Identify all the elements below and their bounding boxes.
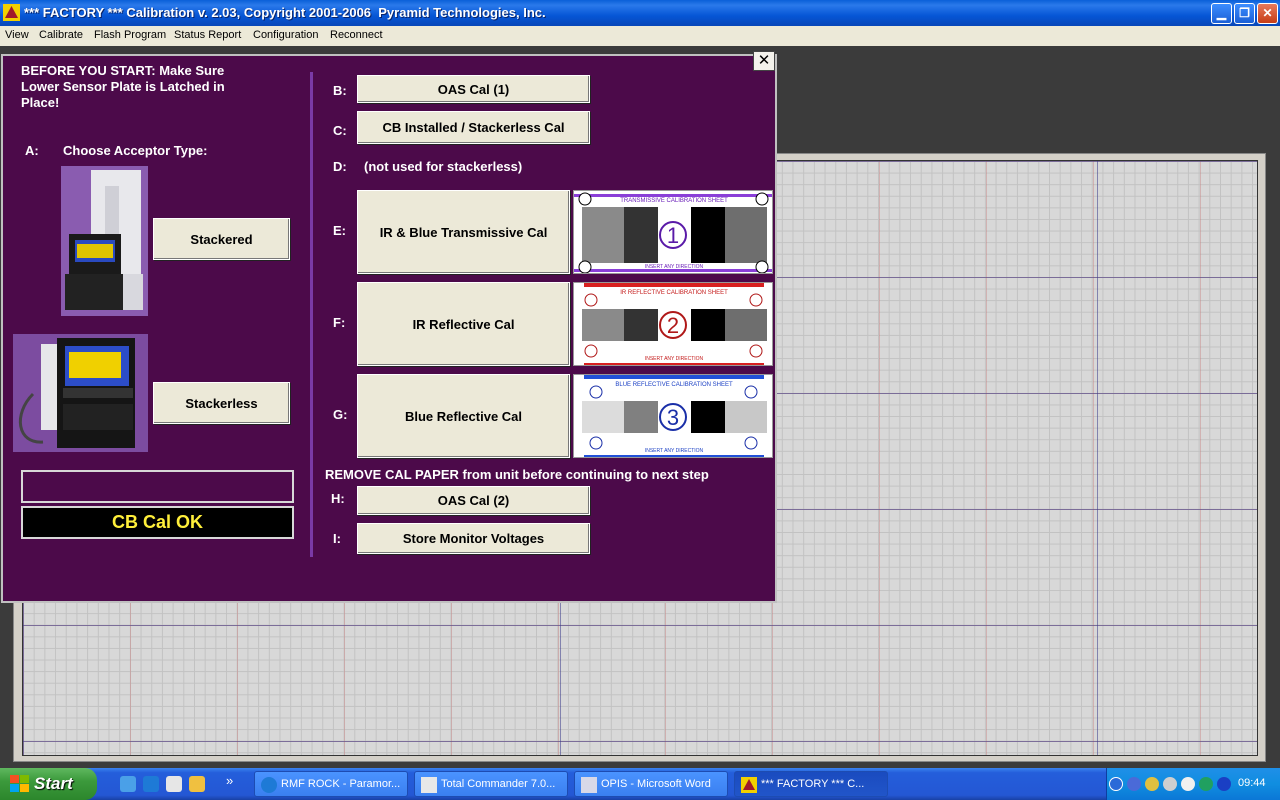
step-d-letter: D:: [333, 159, 347, 174]
quicklaunch-overflow-icon[interactable]: »: [226, 773, 233, 788]
step-c-letter: C:: [333, 123, 347, 138]
ir-reflective-cal-sheet-image: IR REFLECTIVE CALIBRATION SHEET 2 INSERT…: [573, 282, 773, 366]
transmissive-cal-sheet-image: TRANSMISSIVE CALIBRATION SHEET 1 INSERT …: [573, 190, 773, 274]
ir-reflective-sheet-number: 2: [667, 313, 679, 338]
section-divider: [310, 72, 313, 557]
step-a-letter: A:: [25, 143, 39, 158]
phone-icon[interactable]: [1181, 777, 1195, 791]
clock: 09:44: [1238, 777, 1266, 789]
stackerless-button[interactable]: Stackerless: [153, 382, 290, 424]
oas-cal-2-button[interactable]: OAS Cal (2): [357, 486, 590, 515]
menu-flash-program[interactable]: Flash Program: [94, 29, 166, 41]
cb-installed-stackerless-cal-button[interactable]: CB Installed / Stackerless Cal: [357, 111, 590, 144]
task-opis-word-label: OPIS - Microsoft Word: [601, 778, 711, 790]
ir-reflective-sheet-footer: INSERT ANY DIRECTION: [645, 356, 704, 362]
start-button[interactable]: Start: [0, 768, 97, 800]
calibration-dialog: ✕ BEFORE YOU START: Make Sure Lower Sens…: [1, 51, 777, 603]
task-rmf-rock-label: RMF ROCK - Paramor...: [281, 778, 401, 790]
show-desktop-icon[interactable]: [120, 776, 136, 792]
step-i-letter: I:: [333, 531, 341, 546]
stackered-button[interactable]: Stackered: [153, 218, 290, 260]
stackered-acceptor-image: [61, 166, 148, 316]
bluetooth-icon[interactable]: [1217, 777, 1231, 791]
title-bar: *** FACTORY *** Calibration v. 2.03, Cop…: [0, 0, 1280, 26]
network-icon[interactable]: [1127, 777, 1141, 791]
window-title: *** FACTORY *** Calibration v. 2.03, Cop…: [24, 5, 546, 20]
before-start-line-1: BEFORE YOU START: Make Sure: [21, 63, 225, 78]
maximize-button[interactable]: ❐: [1234, 3, 1255, 24]
step-d-note: (not used for stackerless): [364, 159, 523, 174]
stackerless-acceptor-image: [13, 334, 148, 452]
pyramid-task-icon: [741, 777, 757, 793]
status-message-box: [21, 470, 294, 503]
menu-reconnect[interactable]: Reconnect: [330, 29, 383, 41]
transmissive-sheet-footer: INSERT ANY DIRECTION: [645, 264, 704, 270]
step-b-letter: B:: [333, 83, 347, 98]
task-rmf-rock[interactable]: RMF ROCK - Paramor...: [254, 771, 408, 797]
ir-blue-transmissive-cal-button[interactable]: IR & Blue Transmissive Cal: [357, 190, 570, 274]
cb-cal-status-display: CB Cal OK: [21, 506, 294, 539]
blue-reflective-cal-sheet-image: BLUE REFLECTIVE CALIBRATION SHEET 3 INSE…: [573, 374, 773, 458]
task-total-commander[interactable]: Total Commander 7.0...: [414, 771, 568, 797]
messenger-tray-icon[interactable]: [1145, 777, 1159, 791]
system-tray: 09:44: [1106, 768, 1280, 800]
before-start-line-3: Place!: [21, 95, 60, 110]
task-opis-word[interactable]: OPIS - Microsoft Word: [574, 771, 728, 797]
menu-status-report[interactable]: Status Report: [174, 29, 241, 41]
step-a-label: Choose Acceptor Type:: [63, 143, 208, 158]
ir-reflective-cal-button[interactable]: IR Reflective Cal: [357, 282, 570, 366]
step-h-letter: H:: [331, 491, 345, 506]
transmissive-sheet-number: 1: [667, 223, 679, 248]
menu-bar: View Calibrate Flash Program Status Repo…: [0, 26, 1280, 46]
blue-reflective-sheet-footer: INSERT ANY DIRECTION: [645, 448, 704, 454]
blue-reflective-sheet-number: 3: [667, 405, 679, 430]
speaker-icon[interactable]: [1163, 777, 1177, 791]
oas-cal-1-button[interactable]: OAS Cal (1): [357, 75, 590, 103]
start-label: Start: [34, 774, 73, 793]
word-task-icon: [581, 777, 597, 793]
menu-view[interactable]: View: [5, 29, 29, 41]
ir-reflective-sheet-header: IR REFLECTIVE CALIBRATION SHEET: [620, 290, 728, 296]
internet-explorer-icon[interactable]: [143, 776, 159, 792]
transmissive-sheet-header: TRANSMISSIVE CALIBRATION SHEET: [620, 198, 728, 204]
disk-task-icon: [421, 777, 437, 793]
blue-reflective-cal-button[interactable]: Blue Reflective Cal: [357, 374, 570, 458]
ie-task-icon: [261, 777, 277, 793]
tray-expand-icon[interactable]: [1109, 777, 1123, 791]
menu-configuration[interactable]: Configuration: [253, 29, 318, 41]
task-factory-calibration[interactable]: *** FACTORY *** C...: [734, 771, 888, 797]
taskbar: Start » RMF ROCK - Paramor... Total Comm…: [0, 768, 1280, 800]
sync-icon[interactable]: [1199, 777, 1213, 791]
step-g-letter: G:: [333, 407, 348, 422]
task-factory-calibration-label: *** FACTORY *** C...: [761, 778, 865, 790]
pyramid-app-icon: [3, 4, 20, 21]
store-monitor-voltages-button[interactable]: Store Monitor Voltages: [357, 523, 590, 554]
remove-cal-paper-note: REMOVE CAL PAPER from unit before contin…: [325, 467, 709, 482]
messenger-icon[interactable]: [189, 776, 205, 792]
task-total-commander-label: Total Commander 7.0...: [441, 778, 556, 790]
close-window-button[interactable]: ✕: [1257, 3, 1278, 24]
menu-calibrate[interactable]: Calibrate: [39, 29, 83, 41]
windows-logo-icon: [10, 775, 29, 792]
step-f-letter: F:: [333, 315, 346, 330]
save-disk-icon[interactable]: [166, 776, 182, 792]
step-e-letter: E:: [333, 223, 346, 238]
dialog-close-button[interactable]: ✕: [753, 51, 775, 71]
blue-reflective-sheet-header: BLUE REFLECTIVE CALIBRATION SHEET: [615, 382, 733, 388]
minimize-button[interactable]: ▁: [1211, 3, 1232, 24]
before-start-line-2: Lower Sensor Plate is Latched in: [21, 79, 225, 94]
